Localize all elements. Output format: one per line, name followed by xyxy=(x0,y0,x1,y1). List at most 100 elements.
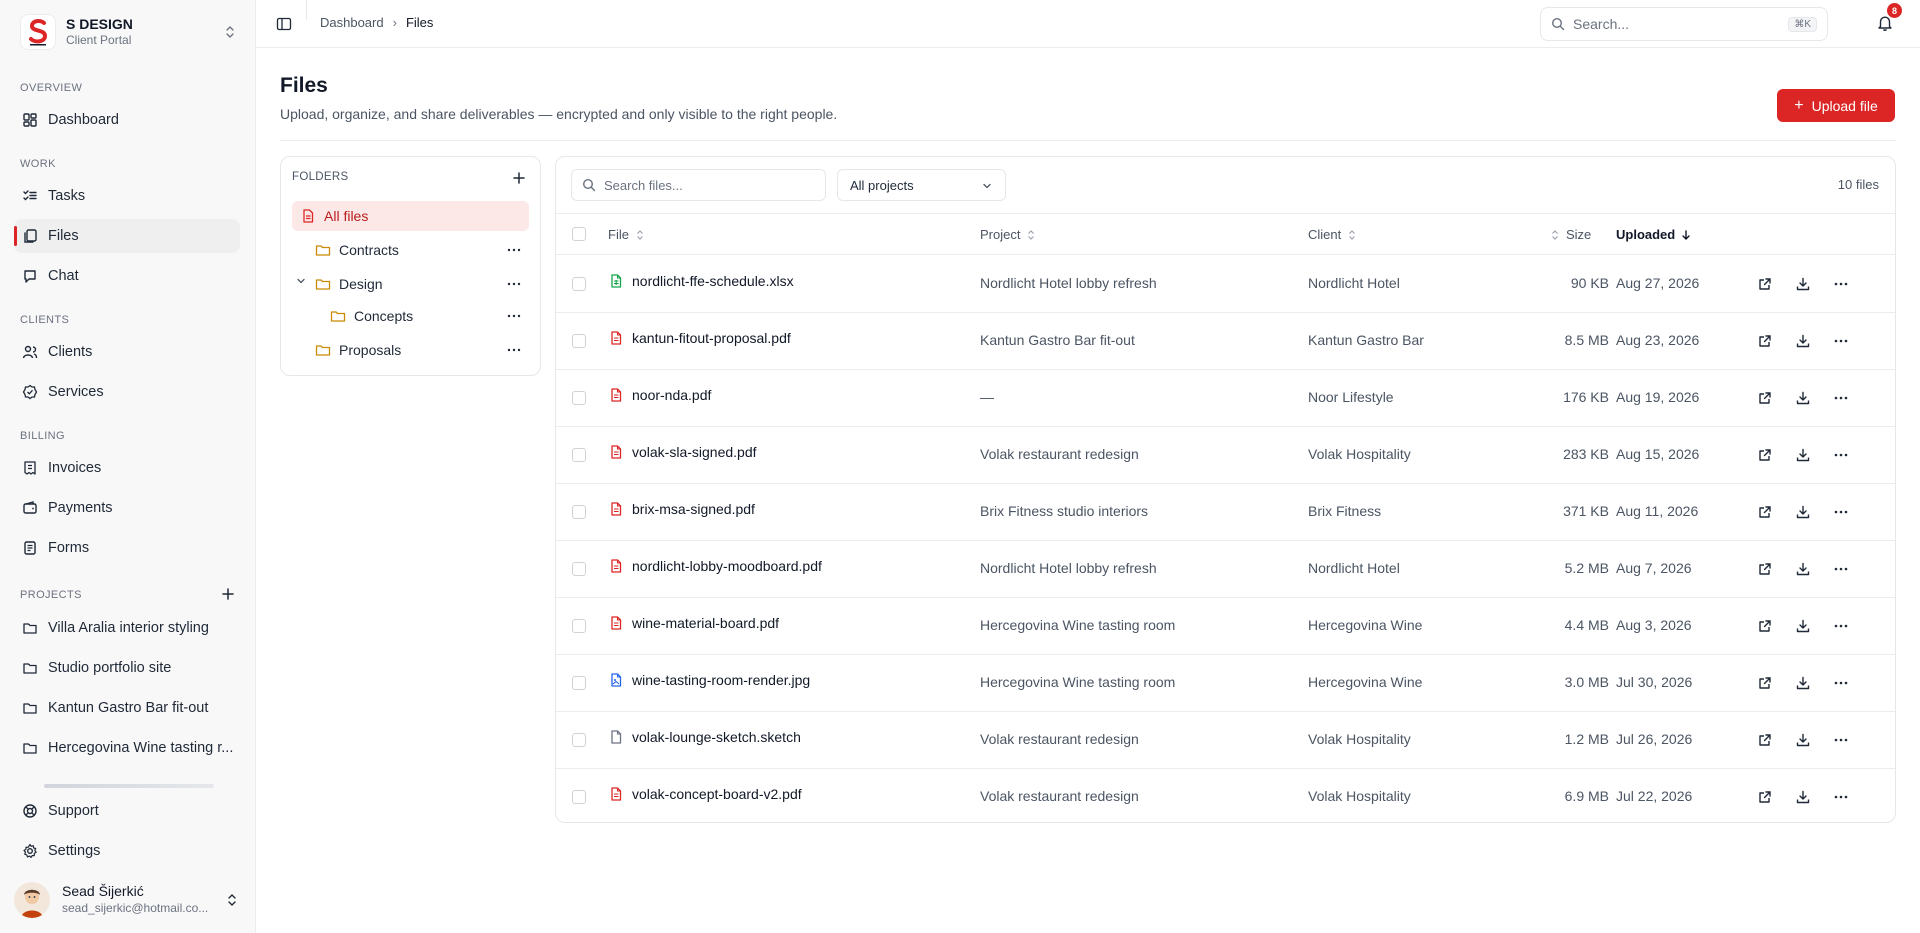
row-checkbox[interactable] xyxy=(572,505,586,519)
sidebar-item-invoices[interactable]: Invoices xyxy=(14,451,240,485)
download-icon[interactable] xyxy=(1795,675,1811,691)
file-search-input[interactable]: Search files... xyxy=(571,169,826,201)
download-icon[interactable] xyxy=(1795,618,1811,634)
open-external-icon[interactable] xyxy=(1757,504,1773,520)
more-horizontal-icon[interactable] xyxy=(506,308,522,324)
open-external-icon[interactable] xyxy=(1757,789,1773,805)
download-icon[interactable] xyxy=(1795,504,1811,520)
sidebar-item-dashboard[interactable]: Dashboard xyxy=(14,103,240,137)
more-horizontal-icon[interactable] xyxy=(1833,390,1849,406)
row-checkbox[interactable] xyxy=(572,562,586,576)
open-external-icon[interactable] xyxy=(1757,675,1773,691)
row-checkbox[interactable] xyxy=(572,676,586,690)
row-checkbox[interactable] xyxy=(572,733,586,747)
download-icon[interactable] xyxy=(1795,732,1811,748)
download-icon[interactable] xyxy=(1795,561,1811,577)
project-filter-select[interactable]: All projects xyxy=(837,169,1006,201)
open-external-icon[interactable] xyxy=(1757,333,1773,349)
open-external-icon[interactable] xyxy=(1757,390,1773,406)
table-row[interactable]: volak-concept-board-v2.pdf Volak restaura… xyxy=(556,769,1895,826)
chevron-down-icon[interactable] xyxy=(295,275,307,287)
row-checkbox[interactable] xyxy=(572,790,586,804)
sidebar-item-support[interactable]: Support xyxy=(14,794,240,828)
row-checkbox[interactable] xyxy=(572,448,586,462)
column-project[interactable]: Project xyxy=(980,227,1037,242)
sidebar-item-forms[interactable]: Forms xyxy=(14,531,240,565)
file-name-link[interactable]: wine-tasting-room-render.jpg xyxy=(608,672,810,688)
column-file[interactable]: File xyxy=(608,227,646,242)
file-name-link[interactable]: noor-nda.pdf xyxy=(608,387,711,403)
column-uploaded[interactable]: Uploaded xyxy=(1616,227,1692,242)
more-horizontal-icon[interactable] xyxy=(506,242,522,258)
sidebar-project-item[interactable]: Studio portfolio site xyxy=(14,651,240,685)
table-row[interactable]: brix-msa-signed.pdf Brix Fitness studio i… xyxy=(556,484,1895,541)
folder-concepts[interactable]: Concepts xyxy=(330,301,529,331)
sidebar-project-item[interactable]: Hercegovina Wine tasting r... xyxy=(14,731,240,765)
upload-file-button[interactable]: + Upload file xyxy=(1777,89,1895,122)
sidebar-item-tasks[interactable]: Tasks xyxy=(14,179,240,213)
file-name-link[interactable]: wine-material-board.pdf xyxy=(608,615,779,631)
download-icon[interactable] xyxy=(1795,276,1811,292)
folder-proposals[interactable]: Proposals xyxy=(315,335,529,365)
table-row[interactable]: nordlicht-lobby-moodboard.pdf Nordlicht H… xyxy=(556,541,1895,598)
more-horizontal-icon[interactable] xyxy=(1833,276,1849,292)
more-horizontal-icon[interactable] xyxy=(1833,504,1849,520)
table-row[interactable]: nordlicht-ffe-schedule.xlsx Nordlicht Hot… xyxy=(556,256,1895,313)
sidebar-item-clients[interactable]: Clients xyxy=(14,335,240,369)
table-row[interactable]: wine-tasting-room-render.jpg Hercegovina … xyxy=(556,655,1895,712)
open-external-icon[interactable] xyxy=(1757,732,1773,748)
table-row[interactable]: kantun-fitout-proposal.pdf Kantun Gastro … xyxy=(556,313,1895,370)
select-all-checkbox[interactable] xyxy=(572,227,586,241)
table-row[interactable]: volak-lounge-sketch.sketch Volak restaura… xyxy=(556,712,1895,769)
file-name-link[interactable]: nordlicht-ffe-schedule.xlsx xyxy=(608,273,794,289)
sidebar-item-services[interactable]: Services xyxy=(14,375,240,409)
column-client[interactable]: Client xyxy=(1308,227,1358,242)
more-horizontal-icon[interactable] xyxy=(1833,732,1849,748)
file-name-link[interactable]: kantun-fitout-proposal.pdf xyxy=(608,330,791,346)
folder-design[interactable]: Design xyxy=(315,269,529,299)
download-icon[interactable] xyxy=(1795,447,1811,463)
sidebar-item-files[interactable]: Files xyxy=(14,219,240,253)
column-size[interactable]: Size xyxy=(1549,227,1591,242)
more-horizontal-icon[interactable] xyxy=(506,342,522,358)
more-horizontal-icon[interactable] xyxy=(1833,789,1849,805)
row-checkbox[interactable] xyxy=(572,391,586,405)
table-row[interactable]: wine-material-board.pdf Hercegovina Wine … xyxy=(556,598,1895,655)
more-horizontal-icon[interactable] xyxy=(1833,618,1849,634)
brand-switcher[interactable]: S DESIGN Client Portal xyxy=(20,10,240,54)
file-name-link[interactable]: nordlicht-lobby-moodboard.pdf xyxy=(608,558,822,574)
download-icon[interactable] xyxy=(1795,789,1811,805)
row-checkbox[interactable] xyxy=(572,277,586,291)
sidebar-toggle-icon[interactable] xyxy=(276,16,292,32)
open-external-icon[interactable] xyxy=(1757,618,1773,634)
add-project-icon[interactable] xyxy=(220,586,236,602)
download-icon[interactable] xyxy=(1795,390,1811,406)
row-checkbox[interactable] xyxy=(572,619,586,633)
sidebar-project-item[interactable]: Kantun Gastro Bar fit-out xyxy=(14,691,240,725)
user-menu[interactable]: Sead Šijerkić sead_sijerkic@hotmail.co..… xyxy=(14,876,240,924)
sidebar-item-settings[interactable]: Settings xyxy=(14,834,240,868)
open-external-icon[interactable] xyxy=(1757,276,1773,292)
open-external-icon[interactable] xyxy=(1757,561,1773,577)
more-horizontal-icon[interactable] xyxy=(1833,333,1849,349)
more-horizontal-icon[interactable] xyxy=(506,276,522,292)
table-row[interactable]: volak-sla-signed.pdf Volak restaurant red… xyxy=(556,427,1895,484)
row-checkbox[interactable] xyxy=(572,334,586,348)
table-row[interactable]: noor-nda.pdf — Noor Lifestyle 176 KB Aug 19,… xyxy=(556,370,1895,427)
sidebar-project-item[interactable]: Villa Aralia interior styling xyxy=(14,611,240,645)
more-horizontal-icon[interactable] xyxy=(1833,447,1849,463)
open-external-icon[interactable] xyxy=(1757,447,1773,463)
sidebar-item-chat[interactable]: Chat xyxy=(14,259,240,293)
file-name-link[interactable]: volak-lounge-sketch.sketch xyxy=(608,729,801,745)
more-horizontal-icon[interactable] xyxy=(1833,675,1849,691)
add-folder-icon[interactable] xyxy=(512,171,526,185)
more-horizontal-icon[interactable] xyxy=(1833,561,1849,577)
folder-contracts[interactable]: Contracts xyxy=(315,235,529,265)
sidebar-item-payments[interactable]: Payments xyxy=(14,491,240,525)
projects-scroll-overflow[interactable] xyxy=(14,776,240,790)
file-name-link[interactable]: brix-msa-signed.pdf xyxy=(608,501,755,517)
global-search-input[interactable]: Search... ⌘K xyxy=(1540,7,1828,41)
breadcrumb-dashboard[interactable]: Dashboard xyxy=(320,15,384,30)
file-name-link[interactable]: volak-sla-signed.pdf xyxy=(608,444,757,460)
file-name-link[interactable]: volak-concept-board-v2.pdf xyxy=(608,786,802,802)
